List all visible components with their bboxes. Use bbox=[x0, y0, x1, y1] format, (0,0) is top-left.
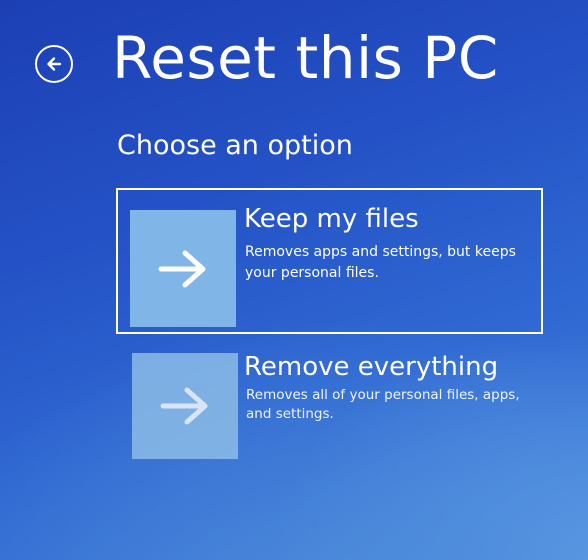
back-arrow-icon bbox=[47, 57, 62, 71]
arrow-right-icon bbox=[158, 250, 206, 287]
arrow-right-icon bbox=[160, 387, 208, 425]
keep-my-files-title: Keep my files bbox=[244, 204, 419, 234]
choose-option-heading: Choose an option bbox=[117, 130, 353, 161]
keep-my-files-option[interactable]: Keep my files Removes apps and settings,… bbox=[116, 188, 543, 334]
remove-everything-option[interactable]: Remove everything Removes all of your pe… bbox=[116, 350, 543, 465]
back-button[interactable] bbox=[35, 45, 73, 83]
page-title: Reset this PC bbox=[112, 24, 499, 92]
keep-my-files-description: Removes apps and settings, but keeps you… bbox=[245, 244, 516, 281]
remove-everything-tile bbox=[132, 353, 238, 459]
keep-my-files-tile bbox=[130, 210, 236, 327]
remove-everything-title: Remove everything bbox=[244, 352, 499, 382]
remove-everything-description: Removes all of your personal files, apps… bbox=[246, 387, 520, 422]
